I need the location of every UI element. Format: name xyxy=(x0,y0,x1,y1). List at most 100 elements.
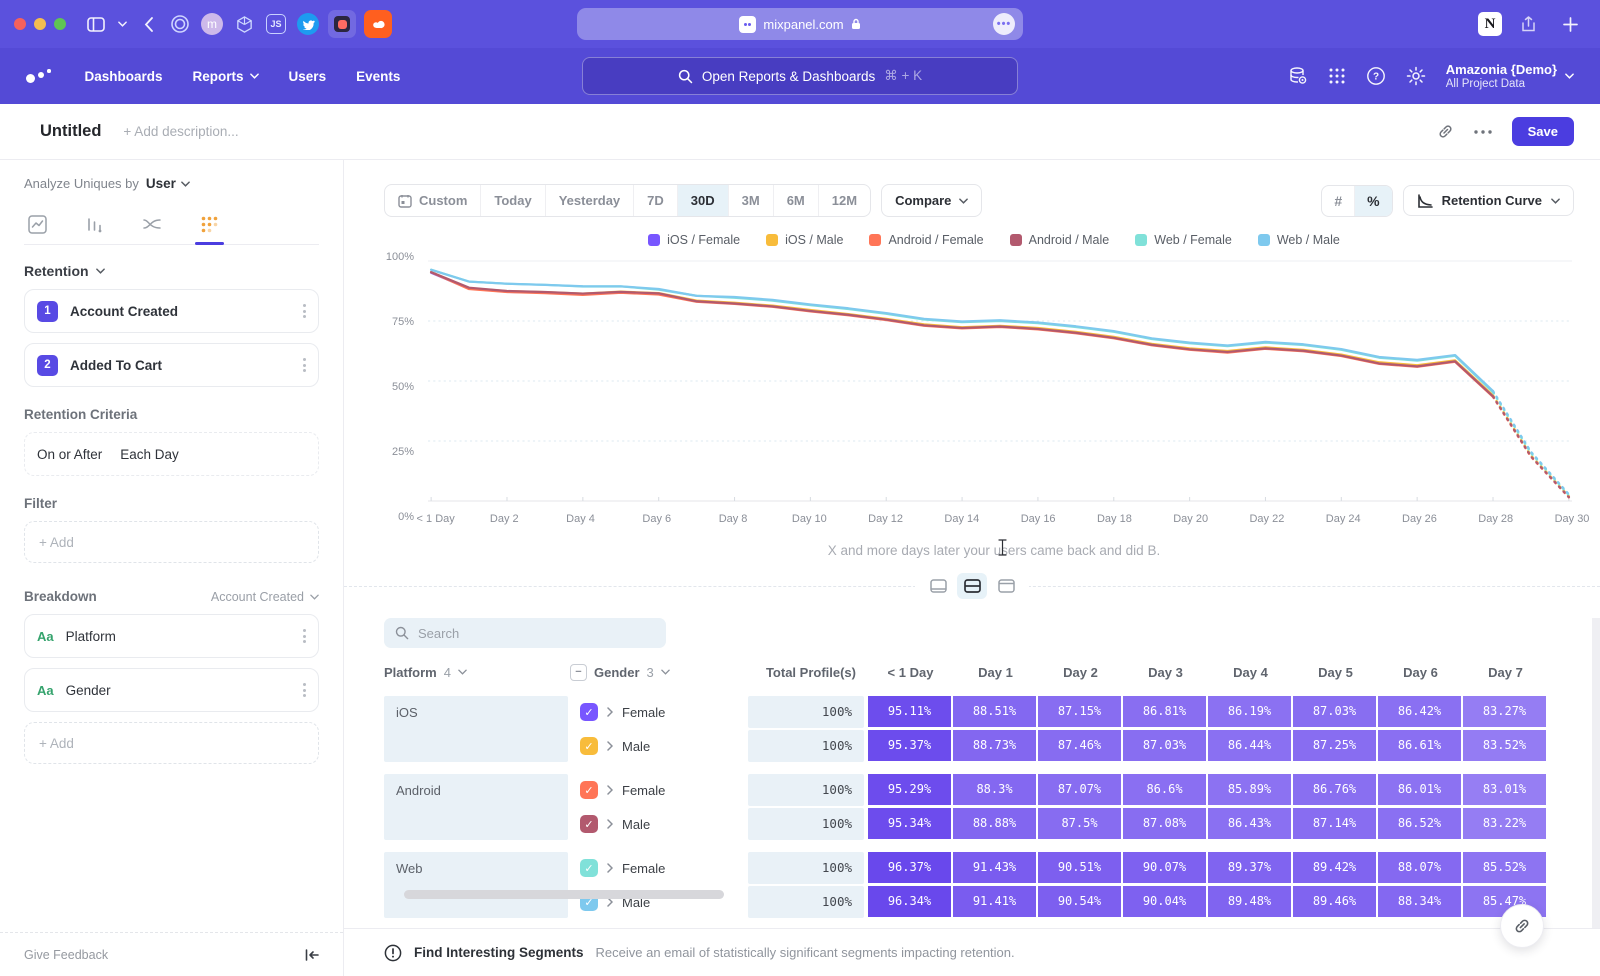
series-checkbox[interactable]: ✓ xyxy=(580,781,598,799)
range-today[interactable]: Today xyxy=(480,185,544,216)
retention-value-cell[interactable]: 88.3% xyxy=(953,774,1038,806)
day-column-header[interactable]: Day 1 xyxy=(953,665,1038,680)
criteria-mode[interactable]: On or After xyxy=(37,447,102,462)
add-breakdown-button[interactable]: + Add xyxy=(24,722,319,764)
table-search[interactable] xyxy=(384,618,666,648)
day-column-header[interactable]: Day 4 xyxy=(1208,665,1293,680)
collapse-sidebar-icon[interactable] xyxy=(305,949,319,961)
js-extension-icon[interactable]: JS xyxy=(263,11,289,37)
retention-value-cell[interactable]: 95.29% xyxy=(868,774,953,806)
give-feedback-link[interactable]: Give Feedback xyxy=(24,948,108,962)
retention-value-cell[interactable]: 85.89% xyxy=(1208,774,1293,806)
retention-value-cell[interactable]: 86.76% xyxy=(1293,774,1378,806)
legend-item[interactable]: iOS / Male xyxy=(766,233,843,247)
table-search-input[interactable] xyxy=(418,626,638,641)
layout-split-button[interactable] xyxy=(957,573,987,599)
retention-value-cell[interactable]: 91.41% xyxy=(953,886,1038,918)
layout-chart-only-button[interactable] xyxy=(923,573,953,599)
range-7d[interactable]: 7D xyxy=(633,185,677,216)
horizontal-scrollbar[interactable] xyxy=(404,890,724,899)
tab-flows-icon[interactable] xyxy=(140,209,164,244)
global-search-bar[interactable]: Open Reports & Dashboards ⌘ + K xyxy=(582,57,1018,95)
retention-criteria-selector[interactable]: On or After Each Day xyxy=(24,432,319,476)
gender-cell[interactable]: ✓Male xyxy=(570,730,748,762)
platform-cell[interactable]: Android xyxy=(384,774,568,840)
series-checkbox[interactable]: ✓ xyxy=(580,859,598,877)
expand-row-icon[interactable] xyxy=(607,863,613,873)
gender-cell[interactable]: ✓Male xyxy=(570,808,748,840)
series-checkbox[interactable]: ✓ xyxy=(580,815,598,833)
retention-value-cell[interactable]: 83.27% xyxy=(1463,696,1548,728)
retention-value-cell[interactable]: 87.46% xyxy=(1038,730,1123,762)
breakdown-options-icon[interactable] xyxy=(303,683,306,697)
gender-cell[interactable]: ✓Female xyxy=(570,852,748,884)
zoom-window-button[interactable] xyxy=(54,18,66,30)
retention-value-cell[interactable]: 90.51% xyxy=(1038,852,1123,884)
day-column-header[interactable]: Day 3 xyxy=(1123,665,1208,680)
expand-row-icon[interactable] xyxy=(607,741,613,751)
address-bar[interactable]: mixpanel.com ••• xyxy=(577,8,1023,40)
retention-value-cell[interactable]: 85.52% xyxy=(1463,852,1548,884)
retention-value-cell[interactable]: 96.37% xyxy=(868,852,953,884)
boost-menu-icon[interactable]: ••• xyxy=(993,13,1015,35)
retention-value-cell[interactable]: 89.37% xyxy=(1208,852,1293,884)
compare-button[interactable]: Compare xyxy=(881,184,982,217)
soundcloud-extension-icon[interactable] xyxy=(364,10,392,38)
legend-item[interactable]: Web / Male xyxy=(1258,233,1340,247)
criteria-interval[interactable]: Each Day xyxy=(120,447,179,462)
platform-column-header[interactable]: Platform 4 xyxy=(384,665,570,680)
step-options-icon[interactable] xyxy=(303,304,306,318)
gender-cell[interactable]: ✓Female xyxy=(570,774,748,806)
percentage-toggle[interactable]: % xyxy=(1354,186,1391,216)
retention-value-cell[interactable]: 83.01% xyxy=(1463,774,1548,806)
gender-cell[interactable]: ✓Female xyxy=(570,696,748,728)
back-button[interactable] xyxy=(135,11,161,37)
retention-value-cell[interactable]: 87.5% xyxy=(1038,808,1123,840)
retention-value-cell[interactable]: 90.04% xyxy=(1123,886,1208,918)
retention-value-cell[interactable]: 88.73% xyxy=(953,730,1038,762)
retention-value-cell[interactable]: 83.52% xyxy=(1463,730,1548,762)
retention-value-cell[interactable]: 86.19% xyxy=(1208,696,1293,728)
apps-grid-icon[interactable] xyxy=(1328,67,1346,85)
nav-item-users[interactable]: Users xyxy=(289,69,327,84)
platform-cell[interactable]: Web xyxy=(384,852,568,918)
legend-item[interactable]: iOS / Female xyxy=(648,233,740,247)
retention-value-cell[interactable]: 90.54% xyxy=(1038,886,1123,918)
range-30d[interactable]: 30D xyxy=(677,185,728,216)
mixpanel-logo[interactable] xyxy=(26,69,51,83)
day-column-header[interactable]: Day 2 xyxy=(1038,665,1123,680)
range-yesterday[interactable]: Yesterday xyxy=(545,185,633,216)
series-checkbox[interactable]: ✓ xyxy=(580,703,598,721)
gender-column-header[interactable]: − Gender 3 xyxy=(570,664,748,681)
sidebar-toggle-icon[interactable] xyxy=(83,11,109,37)
nav-item-events[interactable]: Events xyxy=(356,69,400,84)
chevron-down-icon[interactable] xyxy=(115,11,129,37)
retention-value-cell[interactable]: 87.08% xyxy=(1123,808,1208,840)
platform-cell[interactable]: iOS xyxy=(384,696,568,762)
data-management-icon[interactable] xyxy=(1288,66,1308,86)
copy-link-icon[interactable] xyxy=(1437,123,1454,140)
avatar-extension-icon[interactable]: m xyxy=(199,11,225,37)
nav-item-dashboards[interactable]: Dashboards xyxy=(85,69,163,84)
select-all-checkbox[interactable]: − xyxy=(570,664,587,681)
retention-value-cell[interactable]: 96.34% xyxy=(868,886,953,918)
retention-step-2[interactable]: 2 Added To Cart xyxy=(24,343,319,387)
share-link-fab[interactable] xyxy=(1500,904,1544,948)
expand-row-icon[interactable] xyxy=(607,785,613,795)
retention-value-cell[interactable]: 95.34% xyxy=(868,808,953,840)
tab-funnels-icon[interactable] xyxy=(83,209,106,244)
close-window-button[interactable] xyxy=(14,18,26,30)
range-6m[interactable]: 6M xyxy=(773,185,818,216)
raycast-extension-icon[interactable] xyxy=(328,10,356,38)
retention-value-cell[interactable]: 95.11% xyxy=(868,696,953,728)
breakdown-platform[interactable]: Aa Platform xyxy=(24,614,319,658)
find-segments-title[interactable]: Find Interesting Segments xyxy=(414,945,584,960)
step-options-icon[interactable] xyxy=(303,358,306,372)
retention-value-cell[interactable]: 88.34% xyxy=(1378,886,1463,918)
retention-value-cell[interactable]: 90.07% xyxy=(1123,852,1208,884)
retention-value-cell[interactable]: 86.44% xyxy=(1208,730,1293,762)
retention-value-cell[interactable]: 91.43% xyxy=(953,852,1038,884)
total-profiles-header[interactable]: Total Profile(s) xyxy=(748,665,868,680)
retention-value-cell[interactable]: 86.42% xyxy=(1378,696,1463,728)
window-controls[interactable] xyxy=(14,18,66,30)
